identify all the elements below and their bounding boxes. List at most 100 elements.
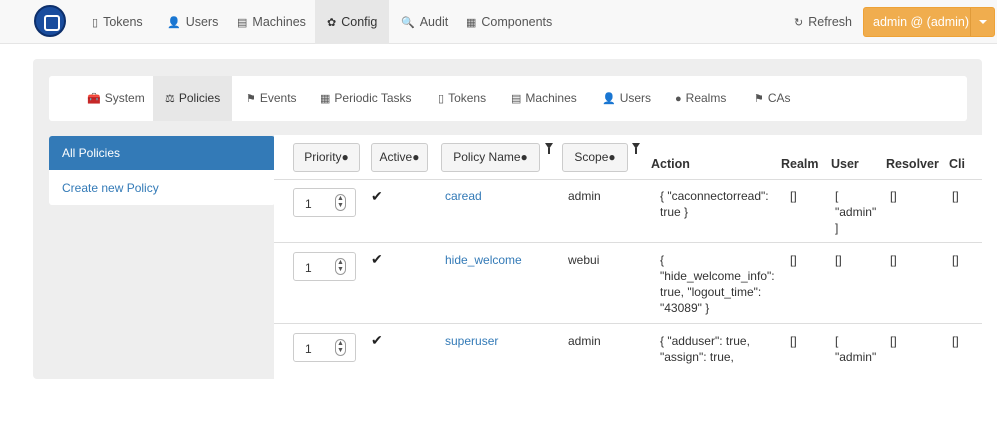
policy-action: { "hide_welcome_info": true, "logout_tim… — [660, 252, 775, 316]
subnav-system[interactable]: 🧰 System — [87, 76, 145, 121]
token-icon: ▯ — [92, 17, 99, 29]
sort-active-button[interactable]: Active● — [371, 143, 428, 172]
policy-client: [] — [952, 334, 959, 348]
subnav-tokens-label: Tokens — [448, 91, 487, 105]
refresh-button[interactable]: ↻ Refresh — [794, 0, 852, 44]
spin-arrows-icon[interactable]: ▲ ▼ — [335, 339, 346, 356]
caret-down-icon[interactable] — [979, 20, 987, 24]
policy-action-line: "assign": true, — [660, 350, 734, 364]
policy-user-line: [ — [835, 334, 839, 348]
subnav-cas[interactable]: ⚑ CAs — [754, 76, 791, 121]
subnav-tokens[interactable]: ▯ Tokens — [438, 76, 486, 121]
policy-name-link[interactable]: superuser — [445, 333, 498, 349]
active-check-icon: ✔ — [371, 251, 383, 267]
policy-user: [ "admin" ] — [835, 188, 876, 236]
policy-action: { "caconnectorread": true } — [660, 188, 769, 220]
active-check-icon: ✔ — [371, 332, 383, 348]
column-user-label: User — [831, 157, 859, 171]
subnav-policies[interactable]: ⚖ Policies — [153, 76, 233, 121]
filter-icon[interactable] — [545, 143, 553, 154]
refresh-icon: ↻ — [794, 17, 804, 29]
policy-action-line: { "caconnectorread": — [660, 189, 769, 203]
nav-users[interactable]: 👤 Users — [167, 0, 218, 44]
priority-value: 1 — [305, 342, 312, 356]
priority-stepper[interactable]: 1 ▲ ▼ — [293, 188, 356, 217]
policy-user-line: "admin" — [835, 350, 877, 364]
nav-components-label: Components — [481, 15, 553, 29]
policy-action-line: { — [660, 253, 665, 267]
filter-icon[interactable] — [632, 143, 640, 154]
sort-policy-name-button[interactable]: Policy Name● — [441, 143, 540, 172]
nav-tokens[interactable]: ▯ Tokens — [92, 0, 143, 44]
config-panel: 🧰 System ⚖ Policies ⚑ Events ▦ Periodic Task… — [33, 59, 982, 435]
subnav-events[interactable]: ⚑ Events — [246, 76, 297, 121]
policy-action-line: true } — [660, 205, 689, 219]
machine-icon: ▤ — [511, 93, 522, 105]
subnav-events-label: Events — [259, 91, 297, 105]
subnav-machines[interactable]: ▤ Machines — [511, 76, 577, 121]
column-realm-label: Realm — [781, 157, 819, 171]
policy-resolver: [] — [890, 189, 897, 203]
subnav-users[interactable]: 👤 Users — [602, 76, 651, 121]
policy-scope: admin — [568, 334, 601, 348]
row-divider — [274, 179, 982, 180]
sidebar-all-policies[interactable]: All Policies — [49, 136, 275, 170]
subnav-periodic-tasks[interactable]: ▦ Periodic Tasks — [320, 76, 412, 121]
app-logo-icon[interactable] — [34, 5, 66, 37]
policy-name-link[interactable]: hide_welcome — [445, 252, 522, 268]
policy-client: [] — [952, 253, 959, 267]
config-subnav: 🧰 System ⚖ Policies ⚑ Events ▦ Periodic Task… — [49, 76, 967, 121]
subnav-realms-label: Realms — [685, 91, 727, 105]
admin-user-menu-button[interactable]: admin @ (admin) — [863, 7, 995, 37]
nav-machines[interactable]: ▤ Machines — [237, 0, 306, 44]
spin-arrows-icon[interactable]: ▲ ▼ — [335, 194, 346, 211]
nav-machines-label: Machines — [252, 15, 306, 29]
policy-realm: [] — [790, 334, 797, 348]
policy-realm: [] — [790, 189, 797, 203]
subnav-users-label: Users — [619, 91, 652, 105]
policy-user: [] — [835, 252, 842, 268]
top-navbar: ▯ Tokens 👤 Users ▤ Machines ✿ Config 🔍 Audit … — [0, 0, 997, 44]
policy-user-line: "admin" — [835, 205, 877, 219]
flag-icon: ⚑ — [246, 93, 256, 105]
priority-value: 1 — [305, 261, 312, 275]
policy-realm: [] — [790, 253, 797, 267]
subnav-machines-label: Machines — [525, 91, 577, 105]
subnav-cas-label: CAs — [767, 91, 791, 105]
policy-user-line: [] — [835, 253, 842, 267]
priority-stepper[interactable]: 1 ▲ ▼ — [293, 252, 356, 281]
priority-stepper[interactable]: 1 ▲ ▼ — [293, 333, 356, 362]
user-icon: 👤 — [167, 17, 181, 29]
policy-user-line: [ — [835, 189, 839, 203]
spin-arrows-icon[interactable]: ▲ ▼ — [335, 258, 346, 275]
policy-table: Priority● Active● Policy Name● Scope● Ac… — [274, 135, 982, 435]
sidebar-create-policy[interactable]: Create new Policy — [49, 171, 275, 205]
policy-action-line: { "adduser": true, — [660, 334, 750, 348]
sort-scope-button[interactable]: Scope● — [562, 143, 628, 172]
nav-config-label: Config — [341, 15, 378, 29]
nav-tokens-label: Tokens — [103, 15, 143, 29]
nav-audit[interactable]: 🔍 Audit — [401, 0, 448, 44]
policy-name-link[interactable]: caread — [445, 188, 482, 204]
search-icon: 🔍 — [401, 17, 415, 29]
nav-config[interactable]: ✿ Config — [315, 0, 390, 44]
subnav-system-label: System — [104, 91, 145, 105]
machine-icon: ▤ — [237, 17, 248, 29]
policy-user-line: ] — [835, 221, 839, 235]
policy-client: [] — [952, 189, 959, 203]
policy-user: [ "admin" — [835, 333, 876, 365]
policy-scope: webui — [568, 253, 600, 267]
column-client-label: Cli — [949, 157, 965, 171]
scale-icon: ⚖ — [165, 93, 175, 105]
policy-resolver: [] — [890, 253, 897, 267]
active-check-icon: ✔ — [371, 188, 383, 204]
policy-resolver: [] — [890, 334, 897, 348]
subnav-realms[interactable]: ● Realms — [675, 76, 726, 121]
nav-components[interactable]: ▦ Components — [466, 0, 552, 44]
policy-action-line: true, "logout_time": — [660, 285, 762, 299]
globe-icon: ● — [675, 93, 682, 105]
sort-priority-button[interactable]: Priority● — [293, 143, 360, 172]
policy-scope: admin — [568, 189, 601, 203]
subnav-periodic-tasks-label: Periodic Tasks — [334, 91, 412, 105]
user-icon: 👤 — [602, 93, 616, 105]
